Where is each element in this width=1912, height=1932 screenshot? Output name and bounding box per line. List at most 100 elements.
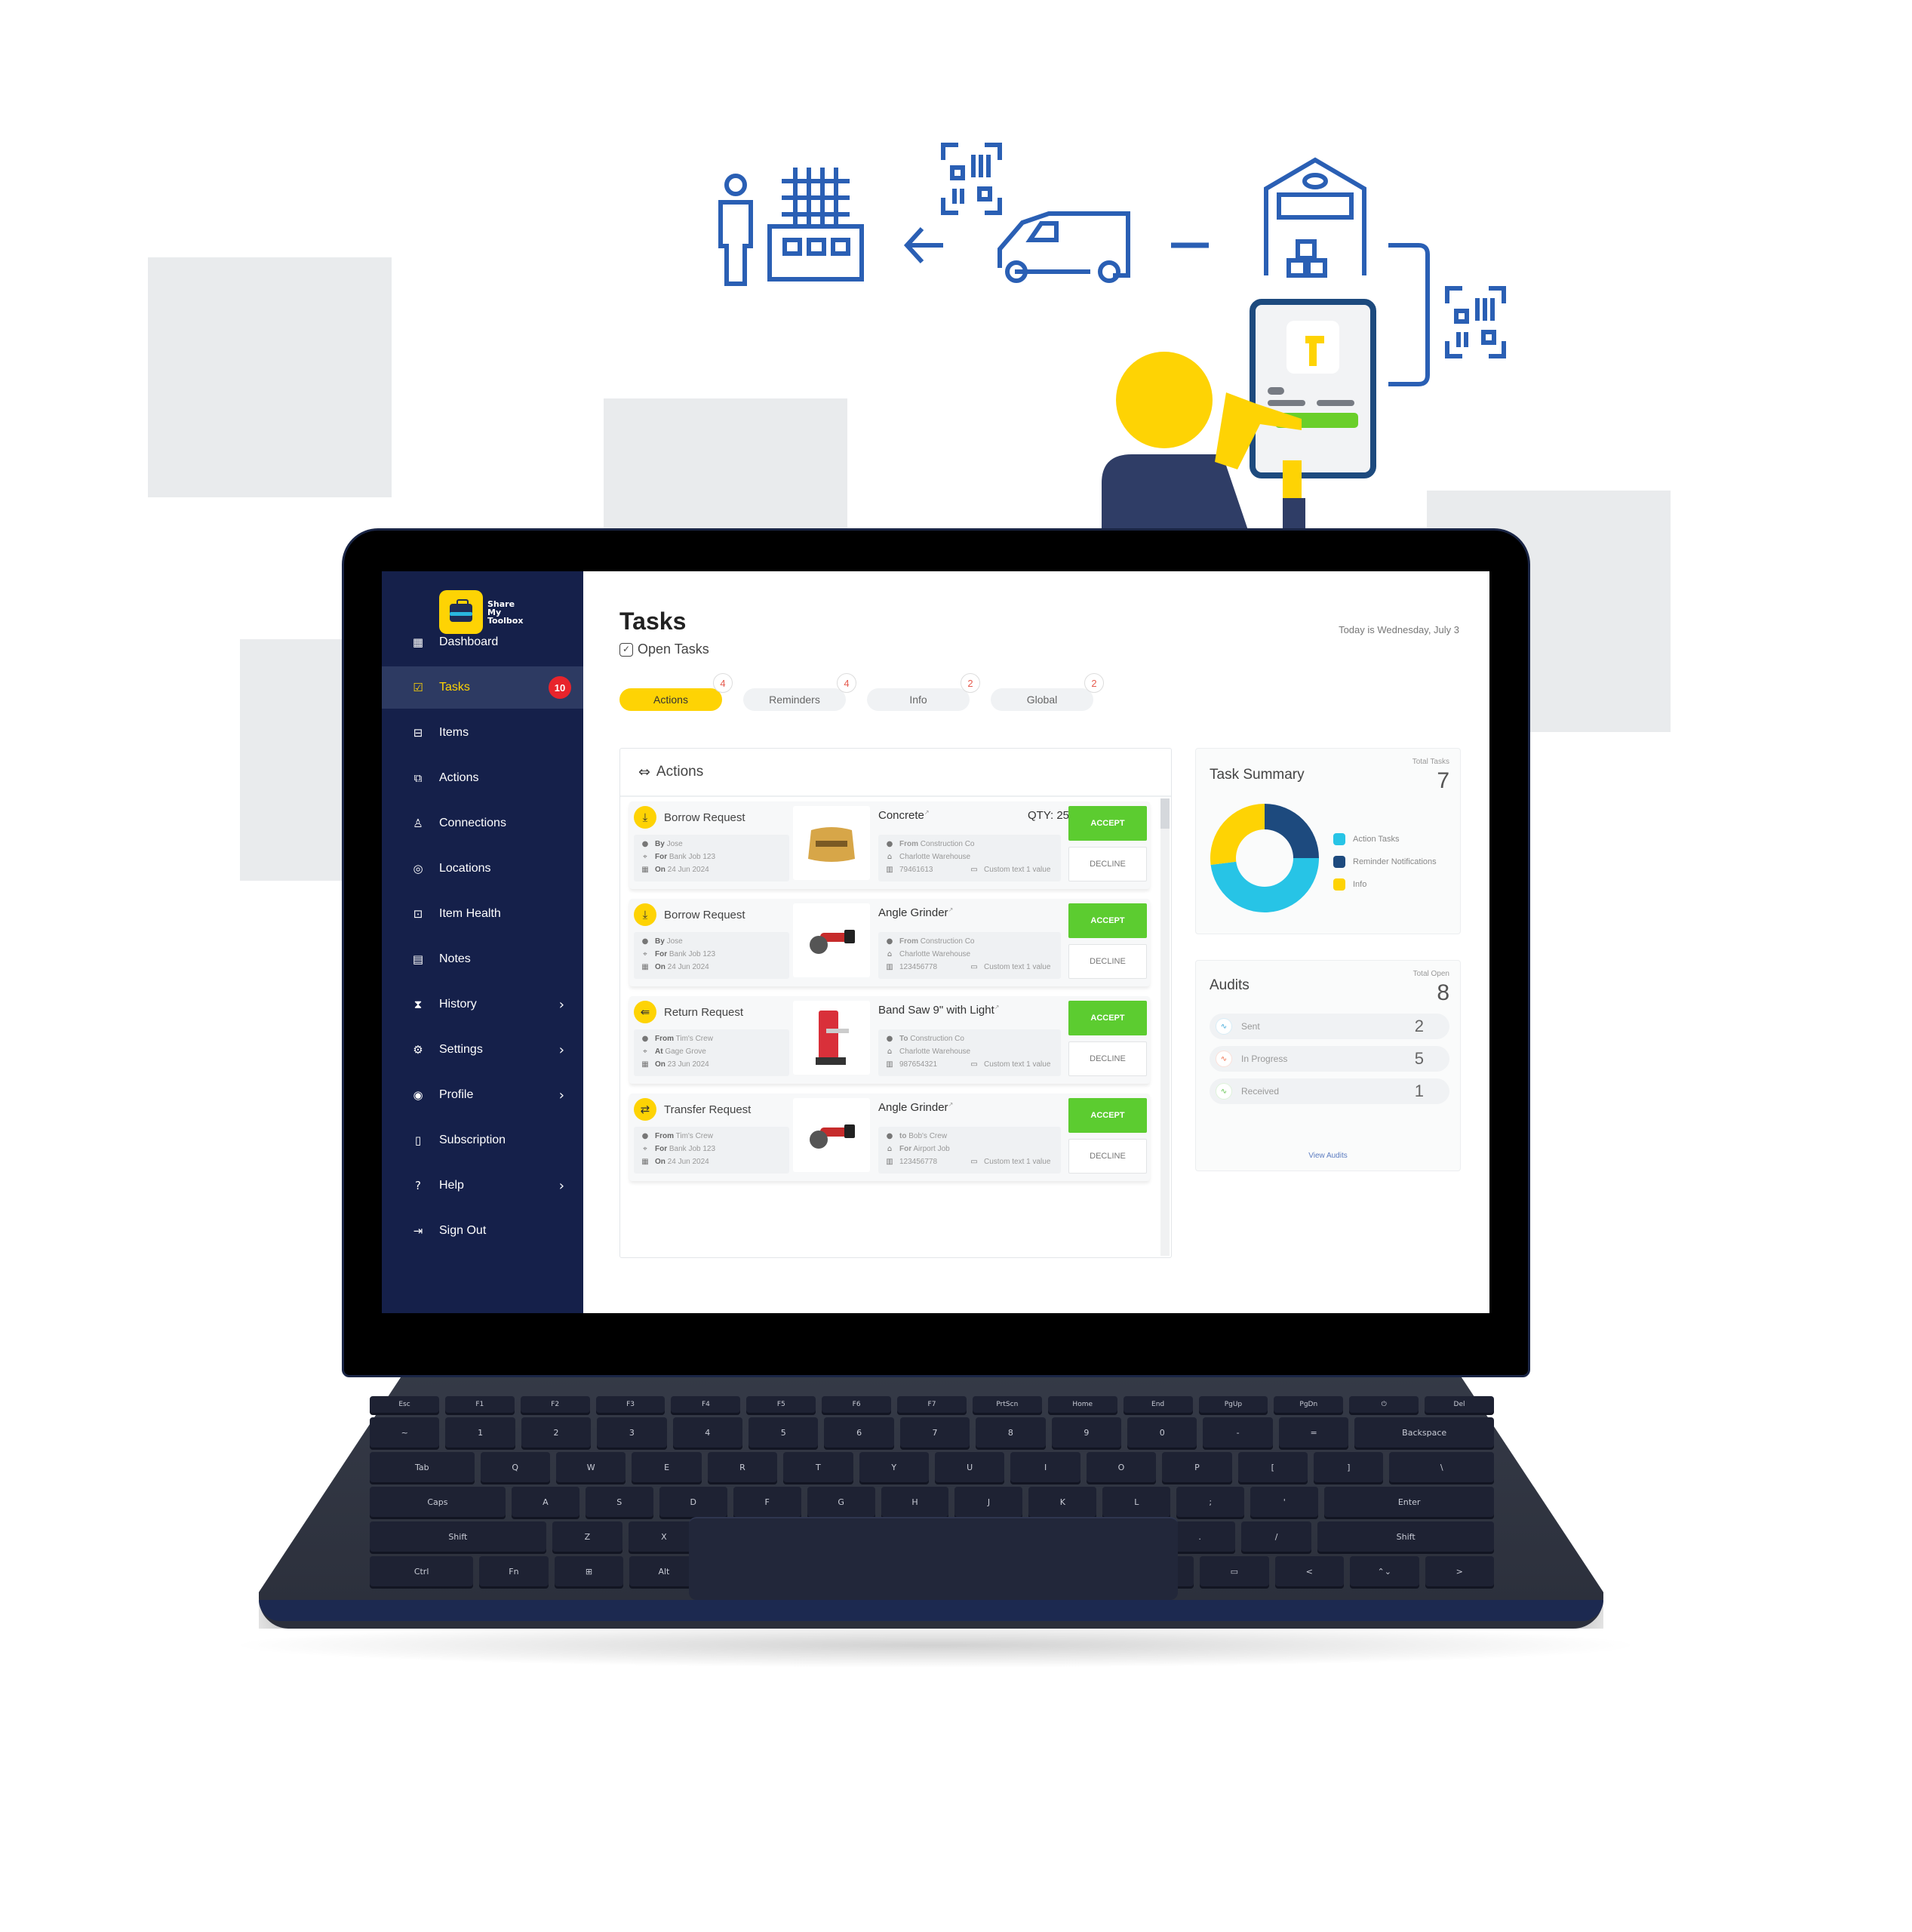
warehouse-icon: ⌂ xyxy=(887,950,893,958)
location-pin-icon: ⌖ xyxy=(643,1048,647,1056)
keyboard-key: - xyxy=(1203,1417,1273,1447)
custom-field: ▭ Custom text 1 value xyxy=(969,863,1050,876)
accept-button[interactable]: ACCEPT xyxy=(1068,903,1147,938)
external-link-icon: ↗ xyxy=(994,1004,1000,1011)
item-details: ● to Bob's Crew ⌂ For Airport Job ▥ 123456778… xyxy=(878,1127,1061,1174)
keyboard-key: L xyxy=(1102,1487,1171,1517)
request-meta-line: ⌖ For Bank Job 123 xyxy=(640,851,783,863)
actions-panel: ⇔ Actions ⤓ Borrow Request ● By Jose ⌖ For B… xyxy=(619,748,1172,1258)
sidebar-item-locations[interactable]: ◎ Locations xyxy=(382,848,583,890)
request-type-label: Borrow Request xyxy=(664,908,745,921)
donut-slice-reminder-notifications xyxy=(1265,804,1319,858)
request-type: ⤓ Borrow Request xyxy=(634,806,745,829)
keyboard-key: 1 xyxy=(445,1417,515,1447)
keyboard-key: S xyxy=(585,1487,653,1517)
sidebar-item-dashboard[interactable]: ▦ Dashboard xyxy=(382,621,583,663)
item-name-link[interactable]: Band Saw 9" with Light↗ xyxy=(878,1004,999,1017)
bracket-connector xyxy=(1388,243,1430,386)
accept-button[interactable]: ACCEPT xyxy=(1068,806,1147,841)
location-pin-icon: ⌖ xyxy=(643,1145,647,1153)
sidebar: Share My Toolbox ▦ Dashboard ☑ Tasks 10 … xyxy=(382,571,583,1313)
warehouse-icon: ⌂ xyxy=(887,853,893,861)
decline-button[interactable]: DECLINE xyxy=(1068,944,1147,979)
sidebar-item-label: Sign Out xyxy=(439,1224,487,1237)
chevron-right-icon[interactable]: › xyxy=(559,1042,564,1058)
chevron-right-icon[interactable]: › xyxy=(559,997,564,1013)
keyboard-key: / xyxy=(1240,1521,1312,1552)
sidebar-item-profile[interactable]: ◉ Profile › xyxy=(382,1074,583,1116)
person-icon: ● xyxy=(641,937,649,946)
sidebar-item-label: Settings xyxy=(439,1043,483,1056)
today-date: Today is Wednesday, July 3 xyxy=(1339,624,1459,635)
audit-row-sent[interactable]: ∿ Sent 2 xyxy=(1210,1014,1449,1039)
keyboard-key: Ctrl xyxy=(370,1556,474,1586)
keyboard-key: K xyxy=(1028,1487,1097,1517)
keyboard-row: Caps A S D F G H J K L; ' Enter xyxy=(369,1487,1495,1517)
item-name-link[interactable]: Angle Grinder↗ xyxy=(878,1101,953,1114)
tab-info[interactable]: Info 2 xyxy=(867,673,980,711)
accept-button[interactable]: ACCEPT xyxy=(1068,1001,1147,1035)
sidebar-item-subscription[interactable]: ▯ Subscription xyxy=(382,1119,583,1161)
task-summary-card: Task Summary Total Tasks 7 Action Tasks R… xyxy=(1195,748,1461,934)
item-thumbnail[interactable] xyxy=(793,1098,870,1172)
item-thumbnail[interactable] xyxy=(793,1001,870,1075)
sidebar-item-connections[interactable]: ♙ Connections xyxy=(382,802,583,844)
sidebar-item-sign-out[interactable]: ⇥ Sign Out xyxy=(382,1210,583,1252)
request-meta-line: ● From Tim's Crew xyxy=(640,1032,783,1045)
location-pin-icon: ◎ xyxy=(413,862,423,875)
barcode-icon: ▥ xyxy=(886,1158,893,1166)
worker-building-icon xyxy=(718,168,864,286)
legend-item: Info xyxy=(1333,878,1437,891)
chevron-right-icon[interactable]: › xyxy=(559,1178,564,1194)
actions-scrollbar[interactable] xyxy=(1160,798,1170,1256)
view-audits-link[interactable]: View Audits xyxy=(1196,1152,1460,1160)
sidebar-item-notes[interactable]: ▤ Notes xyxy=(382,938,583,980)
tab-count-badge: 4 xyxy=(713,673,733,693)
sidebar-item-history[interactable]: ⧗ History › xyxy=(382,983,583,1026)
audit-row-in-progress[interactable]: ∿ In Progress 5 xyxy=(1210,1046,1449,1072)
sidebar-item-item-health[interactable]: ⊡ Item Health xyxy=(382,893,583,935)
request-type-icon: ⤓ xyxy=(634,903,656,926)
sidebar-item-label: Tasks xyxy=(439,681,470,694)
item-thumbnail[interactable] xyxy=(793,806,870,880)
tag-icon: ▭ xyxy=(970,1060,978,1069)
keyboard-key: Tab xyxy=(369,1452,475,1482)
sidebar-item-tasks[interactable]: ☑ Tasks 10 xyxy=(382,666,583,709)
sidebar-item-help[interactable]: ? Help › xyxy=(382,1164,583,1207)
sidebar-item-items[interactable]: ⊟ Items xyxy=(382,712,583,754)
custom-field: ▭ Custom text 1 value xyxy=(969,1058,1050,1071)
item-name-link[interactable]: Concrete↗ xyxy=(878,809,930,822)
tag-icon: ▭ xyxy=(970,963,978,971)
request-type: ⇄ Transfer Request xyxy=(634,1098,751,1121)
request-meta: ● By Jose ⌖ For Bank Job 123 ▦ On 24 Jun 2024 xyxy=(634,932,789,979)
profile-icon: ◉ xyxy=(413,1088,423,1102)
tab-reminders[interactable]: Reminders 4 xyxy=(743,673,856,711)
task-card: ⤓ Borrow Request ● By Jose ⌖ For Bank Job 12… xyxy=(629,801,1150,889)
sidebar-item-actions[interactable]: ⧉ Actions xyxy=(382,757,583,799)
request-meta-line: ● From Tim's Crew xyxy=(640,1130,783,1143)
keyboard-key: F4 xyxy=(671,1396,741,1413)
audit-row-received[interactable]: ∿ Received 1 xyxy=(1210,1078,1449,1104)
tab-actions[interactable]: Actions 4 xyxy=(619,673,733,711)
decline-button[interactable]: DECLINE xyxy=(1068,1139,1147,1174)
total-open-label: Total Open xyxy=(1412,970,1449,978)
keyboard-key: ' xyxy=(1250,1487,1319,1517)
open-tasks-label: Open Tasks xyxy=(638,641,709,657)
tab-global[interactable]: Global 2 xyxy=(991,673,1104,711)
decline-button[interactable]: DECLINE xyxy=(1068,847,1147,881)
keyboard-key: F5 xyxy=(746,1396,816,1413)
item-name-link[interactable]: Angle Grinder↗ xyxy=(878,906,953,919)
owner-icon: ● xyxy=(886,840,893,848)
scrollbar-thumb[interactable] xyxy=(1160,798,1170,829)
warehouse-icon: ⌂ xyxy=(887,1048,893,1056)
decline-button[interactable]: DECLINE xyxy=(1068,1041,1147,1076)
chevron-right-icon[interactable]: › xyxy=(559,1088,564,1103)
custom-field: ▭ Custom text 1 value xyxy=(969,961,1050,974)
location-pin-icon: ⌖ xyxy=(643,853,647,861)
sidebar-item-settings[interactable]: ⚙ Settings › xyxy=(382,1029,583,1071)
item-thumbnail[interactable] xyxy=(793,903,870,977)
external-link-icon: ↗ xyxy=(924,809,930,816)
keyboard-key: 3 xyxy=(597,1417,667,1447)
request-type: ⇚ Return Request xyxy=(634,1001,743,1023)
accept-button[interactable]: ACCEPT xyxy=(1068,1098,1147,1133)
